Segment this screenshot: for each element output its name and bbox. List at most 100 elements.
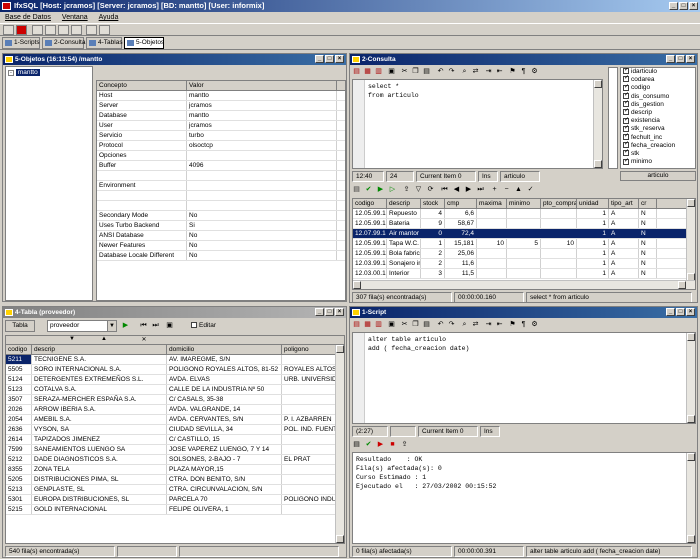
tab-consulta[interactable]: 2-Consulta (42, 37, 85, 49)
table-row[interactable] (97, 191, 345, 201)
column-checkbox[interactable] (623, 107, 629, 115)
table-row[interactable]: Servicio turbo (97, 131, 345, 141)
commit-icon[interactable]: ✔ (364, 185, 373, 194)
save-icon[interactable]: ▣ (165, 321, 174, 330)
table-row[interactable]: Uses Turbo Backend Si (97, 221, 345, 231)
stop-icon[interactable] (16, 25, 27, 35)
print-icon[interactable]: ▣ (387, 67, 396, 76)
table-row[interactable]: 2614 TAPIZADOS JIMENEZ C/ CASTILLO, 15 (6, 435, 344, 445)
table-row[interactable]: Protocol olsoctcp (97, 141, 345, 151)
copy-icon[interactable]: ❐ (411, 320, 420, 329)
find-icon[interactable]: ⌕ (460, 67, 469, 76)
menu-ayuda[interactable]: Ayuda (99, 14, 119, 21)
maximize-icon[interactable]: □ (676, 55, 685, 63)
minimize-icon[interactable]: _ (315, 55, 324, 63)
table-row[interactable]: Server jcramos (97, 101, 345, 111)
column-checkbox[interactable] (623, 99, 629, 107)
delete-record-icon[interactable]: − (502, 185, 511, 194)
close-icon[interactable]: × (335, 55, 344, 63)
indent-icon[interactable]: ⇥ (484, 320, 493, 329)
table-row[interactable]: Environment (97, 181, 345, 191)
column-header-descrip[interactable]: descrip (387, 199, 421, 208)
next-record-icon[interactable]: ▶ (464, 185, 473, 194)
insert-record-icon[interactable]: + (490, 185, 499, 194)
save-icon[interactable]: ▥ (374, 67, 383, 76)
column-checkbox[interactable] (623, 157, 629, 165)
maximize-icon[interactable]: □ (325, 308, 334, 316)
open-icon[interactable]: ▦ (363, 320, 372, 329)
table-row[interactable]: 12.05.99.15 Bateria 9 58,67 1 A N (353, 219, 695, 229)
comment-icon[interactable]: ¶ (519, 320, 528, 329)
tree-expand-icon[interactable]: - (8, 70, 14, 76)
column-header-minimo[interactable]: minimo (507, 199, 541, 208)
grid-menu-icon[interactable]: ▤ (352, 440, 361, 449)
column-list-item[interactable]: existencia (621, 116, 695, 125)
replace-icon[interactable]: ⇄ (471, 320, 480, 329)
minimize-icon[interactable]: _ (315, 308, 324, 316)
column-checkbox[interactable] (623, 148, 629, 157)
table-row[interactable]: 12.07.99.14 Air mantor 0 72,4 1 A N (353, 229, 695, 239)
filter-icon[interactable]: ▽ (414, 185, 423, 194)
table-row[interactable]: 2636 VYSON, SA CIUDAD SEVILLA, 34 POL. IND.… (6, 425, 344, 435)
column-checkbox[interactable] (623, 74, 629, 83)
table-row[interactable]: Database mantto (97, 111, 345, 121)
paste-icon[interactable]: ▤ (422, 67, 431, 76)
new-icon[interactable]: ▤ (352, 320, 361, 329)
table-row[interactable]: 3507 SERAZA-MERCHER ESPAÑA S.A. C/ CASALS,… (6, 395, 344, 405)
cut-icon[interactable]: ✂ (400, 67, 409, 76)
column-list-item[interactable]: descrip (621, 107, 695, 117)
copy-icon[interactable]: ❐ (411, 67, 420, 76)
columns-list[interactable]: idarticulocodareacodigodis_consumodis_ge… (620, 67, 696, 169)
run-icon[interactable]: ▶ (376, 440, 385, 449)
object-tree[interactable]: - mantto (5, 66, 93, 301)
consulta-result-grid[interactable]: codigo descrip stock cmp maxima minimo pto_com… (352, 198, 696, 290)
run-icon[interactable]: ▶ (376, 185, 385, 194)
undo-icon[interactable]: ↶ (436, 320, 445, 329)
column-checkbox[interactable] (623, 83, 629, 91)
close-icon[interactable]: × (689, 2, 698, 10)
column-list-item[interactable]: codigo (621, 83, 695, 92)
cascade-icon[interactable] (86, 25, 97, 35)
table-row[interactable]: 5505 SORO INTERNACIONAL S.A. POLIGONO ROYA… (6, 365, 344, 375)
menu-ventana[interactable]: Ventana (62, 14, 88, 21)
cut-icon[interactable]: ✂ (400, 320, 409, 329)
redo-icon[interactable]: ↷ (447, 320, 456, 329)
table-row[interactable] (97, 201, 345, 211)
column-list-item[interactable]: codarea (621, 74, 695, 84)
column-list-item[interactable]: dis_consumo (621, 91, 695, 101)
new-icon[interactable]: ▤ (352, 67, 361, 76)
nav-up-icon[interactable]: ▲ (84, 336, 124, 344)
column-header-codigo[interactable]: codigo (6, 345, 32, 354)
edit-record-icon[interactable]: ▲ (514, 185, 523, 194)
tree-item-mantto[interactable]: mantto (15, 69, 40, 76)
stop-icon[interactable]: ■ (388, 440, 397, 449)
table-row[interactable]: 12.03.00.19 Interior 3 11,5 1 A N (353, 269, 695, 279)
objects-icon[interactable] (71, 25, 82, 35)
column-list-item[interactable]: idarticulo (621, 68, 695, 76)
replace-icon[interactable]: ⇄ (471, 67, 480, 76)
export-icon[interactable]: ⇪ (400, 440, 409, 449)
print-icon[interactable]: ▣ (387, 320, 396, 329)
close-icon[interactable]: × (686, 55, 695, 63)
connect-icon[interactable] (3, 25, 14, 35)
paste-icon[interactable]: ▤ (422, 320, 431, 329)
tab-scripts[interactable]: 1-Scripts (2, 37, 40, 49)
save-icon[interactable]: ▥ (374, 320, 383, 329)
first-record-icon[interactable]: ⏮ (440, 185, 449, 194)
maximize-icon[interactable]: □ (679, 2, 688, 10)
consulta-sql-editor[interactable]: select * from articulo (352, 79, 603, 169)
table-row[interactable]: 5301 EUROPA DISTRIBUCIONES, SL PARCELA 70 P… (6, 495, 344, 505)
table-row[interactable]: Database Locale Different No (97, 251, 345, 261)
table-row[interactable]: 12.05.99.18 Tapa W.C. 1 15,181 10 5 10 1 A N (353, 239, 695, 249)
options-icon[interactable]: ⚙ (530, 67, 539, 76)
table-row[interactable]: 5215 GOLD INTERNACIONAL FELIPE OLIVERA, 1 (6, 505, 344, 515)
column-list-item[interactable]: fecha_creacion (621, 140, 695, 150)
column-header-descrip[interactable]: descrip (32, 345, 167, 354)
open-icon[interactable]: ▦ (363, 67, 372, 76)
column-header-poligono[interactable]: poligono (282, 345, 337, 354)
new-script-icon[interactable] (32, 25, 43, 35)
close-icon[interactable]: × (686, 308, 695, 316)
table-row[interactable]: Secondary Mode No (97, 211, 345, 221)
table-row[interactable]: Newer Features No (97, 241, 345, 251)
redo-icon[interactable]: ↷ (447, 67, 456, 76)
